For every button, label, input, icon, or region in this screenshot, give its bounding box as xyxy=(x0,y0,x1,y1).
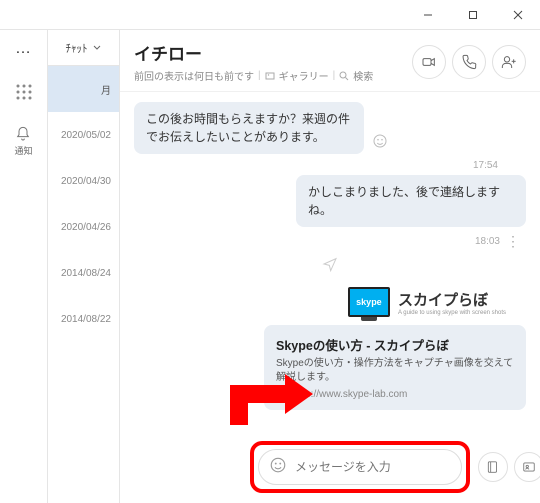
timestamp: 17:54 xyxy=(134,160,498,171)
maximize-button[interactable] xyxy=(450,0,495,30)
chat-list-item[interactable]: 2020/04/26 xyxy=(48,204,119,250)
chat-list-item-label: 2020/04/26 xyxy=(61,222,111,233)
conversation-header: イチロー 前回の表示は何日も前です | ギャラリー | 検索 xyxy=(120,30,540,92)
chat-tab-label: ﾁｬｯﾄ xyxy=(66,40,88,56)
notifications-button[interactable]: 通知 xyxy=(14,126,32,157)
last-seen-text: 前回の表示は何日も前です xyxy=(134,68,254,83)
window-titlebar xyxy=(0,0,540,30)
message-composer[interactable] xyxy=(258,449,462,485)
search-icon xyxy=(339,71,349,81)
message-more-icon[interactable]: ⋮ xyxy=(506,233,520,250)
gallery-icon xyxy=(265,71,275,81)
chat-list-item-label: 2020/05/02 xyxy=(61,130,111,141)
chat-list-item-label: 2014/08/22 xyxy=(61,314,111,325)
emoji-picker-icon[interactable] xyxy=(269,456,287,479)
contact-card-button[interactable] xyxy=(514,452,540,482)
skypelab-title: スカイプらぼ xyxy=(398,289,506,310)
message-row: この後お時間もらえますか？来週の件でお伝えしたいことがあります。 xyxy=(134,102,526,154)
chat-list: 月 2020/05/02 2020/04/30 2020/04/26 2014/… xyxy=(48,65,119,503)
timestamp: 18:03 xyxy=(475,236,500,247)
close-button[interactable] xyxy=(495,0,540,30)
app-body: … 通知 ﾁｬｯﾄ 月 2020/05/02 2020/04/30 2020/0… xyxy=(0,30,540,503)
minimize-button[interactable] xyxy=(405,0,450,30)
chat-tab[interactable]: ﾁｬｯﾄ xyxy=(48,30,119,65)
composer-row: ••• xyxy=(250,441,526,493)
chat-list-item[interactable]: 2020/04/30 xyxy=(48,158,119,204)
chat-list-item[interactable]: 2014/08/22 xyxy=(48,296,119,342)
chat-list-item[interactable]: 2014/08/24 xyxy=(48,250,119,296)
chat-list-panel: ﾁｬｯﾄ 月 2020/05/02 2020/04/30 2020/04/26 … xyxy=(48,30,120,503)
react-emoji-button[interactable] xyxy=(372,133,388,154)
message-input[interactable] xyxy=(295,460,451,474)
nav-rail: … 通知 xyxy=(0,30,48,503)
skypelab-subtitle: A guide to using skype with screen shots xyxy=(398,310,506,316)
header-subtitle: 前回の表示は何日も前です | ギャラリー | 検索 xyxy=(134,68,373,83)
link-card-title: Skypeの使い方 - スカイプらぼ xyxy=(276,335,514,354)
link-preview-logo-row: skype スカイプらぼ A guide to using skype with… xyxy=(134,287,506,317)
send-status-icon xyxy=(134,256,526,277)
add-people-button[interactable] xyxy=(492,45,526,79)
chat-list-item-label: 2020/04/30 xyxy=(61,176,111,187)
message-bubble[interactable]: この後お時間もらえますか？来週の件でお伝えしたいことがあります。 xyxy=(134,102,364,154)
chat-list-item-label: 月 xyxy=(101,82,111,97)
chat-list-item-label: 2014/08/24 xyxy=(61,268,111,279)
gallery-link[interactable]: ギャラリー xyxy=(279,68,329,83)
more-menu-button[interactable]: … xyxy=(15,40,32,58)
dialpad-icon[interactable] xyxy=(14,82,34,102)
annotation-highlight-box xyxy=(250,441,470,493)
attach-file-button[interactable] xyxy=(478,452,508,482)
video-call-button[interactable] xyxy=(412,45,446,79)
audio-call-button[interactable] xyxy=(452,45,486,79)
message-row: かしこまりました、後で連絡しますね。 xyxy=(134,175,526,227)
contact-name: イチロー xyxy=(134,40,373,65)
skypelab-logo: skype xyxy=(348,287,390,317)
chat-list-item[interactable]: 月 xyxy=(48,66,119,112)
chevron-down-icon xyxy=(92,43,102,53)
conversation-panel: イチロー 前回の表示は何日も前です | ギャラリー | 検索 この後お時 xyxy=(120,30,540,503)
message-bubble[interactable]: かしこまりました、後で連絡しますね。 xyxy=(296,175,526,227)
chat-list-item[interactable]: 2020/05/02 xyxy=(48,112,119,158)
search-link[interactable]: 検索 xyxy=(353,68,373,83)
notifications-label: 通知 xyxy=(14,144,32,157)
annotation-arrow xyxy=(230,375,310,425)
